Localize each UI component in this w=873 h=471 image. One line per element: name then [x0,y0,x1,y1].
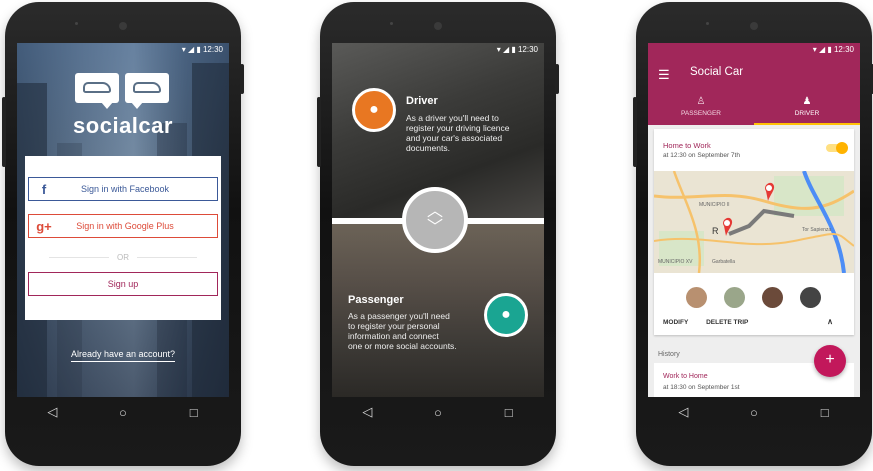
map-label: MUNICIPIO II [699,202,730,208]
trip-active-toggle[interactable] [826,142,848,154]
trips-screen: ▾ ◢ ▮ 12:30 ☰ Social Car ♙ PASSENGER ♟ D… [648,43,860,397]
app-title: Social Car [690,66,744,78]
chevron-up-icon: ︿ [426,203,443,220]
history-heading: History [658,351,680,358]
phone-trips: ▾ ◢ ▮ 12:30 ☰ Social Car ♙ PASSENGER ♟ D… [633,2,873,466]
history-trip-name: Work to Home [663,373,708,380]
driver-description: As a driver you'll need to register your… [406,113,510,153]
nav-bar: ◁ ○ □ [332,397,544,427]
login-card: f Sign in with Facebook g+ Sign in with … [25,156,221,320]
passenger-avatars [686,287,838,308]
volume-button [317,97,321,167]
brand-name: socialcar [73,113,173,138]
avatar[interactable] [800,287,821,308]
trip-time: at 12:30 on September 7th [663,152,740,159]
power-button [240,64,244,94]
role-screen: ▾ ◢ ▮ 12:30 ● Driver As a driver you'll … [332,43,544,397]
passenger-tab-icon: ♙ [696,96,706,107]
status-bar: ▾ ◢ ▮ 12:30 [812,45,854,54]
map-label: Garbatella [712,259,735,265]
recent-apps-icon[interactable]: □ [805,405,845,420]
volume-button [633,97,637,167]
trip-name: Home to Work [663,141,711,150]
google-signin-label: Sign in with Google Plus [76,221,174,231]
menu-icon[interactable]: ☰ [658,67,670,83]
logo-icon [75,73,171,109]
add-trip-button[interactable]: + [814,345,846,377]
google-signin-button[interactable]: g+ Sign in with Google Plus [28,214,218,238]
map-label: MUNICIPIO XV [658,259,693,265]
map-label: R [712,226,719,236]
login-screen: ▾ ◢ ▮ 12:30 socialcar f Sign in with Fac… [17,43,229,397]
back-icon[interactable]: ◁ [663,404,703,420]
role-tabs: ♙ PASSENGER ♟ DRIVER [648,93,860,125]
tab-driver[interactable]: ♟ DRIVER [754,93,860,125]
trip-card[interactable]: Home to Work at 12:30 on September 7th M… [654,129,854,335]
passenger-title: Passenger [348,294,404,306]
chevron-up-icon[interactable]: ∧ [827,317,833,326]
back-icon[interactable]: ◁ [32,404,72,420]
facebook-signin-button[interactable]: f Sign in with Facebook [28,177,218,201]
nav-bar: ◁ ○ □ [17,397,229,427]
app-showcase: ▾ ◢ ▮ 12:30 socialcar f Sign in with Fac… [0,0,873,471]
volume-button [2,97,6,167]
sensor [390,22,393,25]
driver-icon: ● [352,88,396,132]
home-icon[interactable]: ○ [103,405,143,420]
chevron-down-icon: ﹀ [426,219,443,236]
power-button [555,64,559,94]
history-trip-time: at 18:30 on September 1st [663,384,740,391]
avatar[interactable] [724,287,745,308]
recent-apps-icon[interactable]: □ [174,405,214,420]
front-camera [750,22,758,30]
facebook-icon: f [41,181,47,197]
status-bar: ▾ ◢ ▮ 12:30 [496,45,538,54]
passenger-description: As a passenger you'll need to register y… [348,311,457,351]
facebook-signin-label: Sign in with Facebook [80,184,170,194]
front-camera [434,22,442,30]
driver-title: Driver [406,95,438,107]
tab-passenger[interactable]: ♙ PASSENGER [648,93,754,125]
delete-trip-button[interactable]: DELETE TRIP [706,319,748,326]
route-map[interactable]: MUNICIPIO II Tor Sapienza Garbatella MUN… [654,171,854,273]
home-icon[interactable]: ○ [418,405,458,420]
passenger-icon: ● [484,293,528,337]
app-bar: ▾ ◢ ▮ 12:30 ☰ Social Car ♙ PASSENGER ♟ D… [648,43,860,125]
sensor [706,22,709,25]
already-account-link[interactable]: Already have an account? [70,349,176,362]
home-icon[interactable]: ○ [734,405,774,420]
map-label: Tor Sapienza [802,227,831,233]
front-camera [119,22,127,30]
trips-content: Home to Work at 12:30 on September 7th M… [648,125,860,397]
modify-button[interactable]: MODIFY [663,319,688,326]
recent-apps-icon[interactable]: □ [489,405,529,420]
already-account-link-wrap: Already have an account? [17,349,229,362]
google-plus-icon: g+ [36,218,52,234]
signup-button[interactable]: Sign up [28,272,218,296]
avatar[interactable] [686,287,707,308]
or-divider: OR [35,253,211,262]
phone-role-select: ▾ ◢ ▮ 12:30 ● Driver As a driver you'll … [317,2,559,466]
nav-bar: ◁ ○ □ [648,397,860,427]
phone-login: ▾ ◢ ▮ 12:30 socialcar f Sign in with Fac… [2,2,244,466]
role-switch-button[interactable]: ︿ ﹀ [402,187,468,253]
status-bar: ▾ ◢ ▮ 12:30 [181,45,223,54]
driver-tab-icon: ♟ [802,96,812,107]
back-icon[interactable]: ◁ [347,404,387,420]
avatar[interactable] [762,287,783,308]
sensor [75,22,78,25]
trip-actions: MODIFY DELETE TRIP ∧ [663,317,849,326]
map-graphic: MUNICIPIO II Tor Sapienza Garbatella MUN… [654,171,854,273]
